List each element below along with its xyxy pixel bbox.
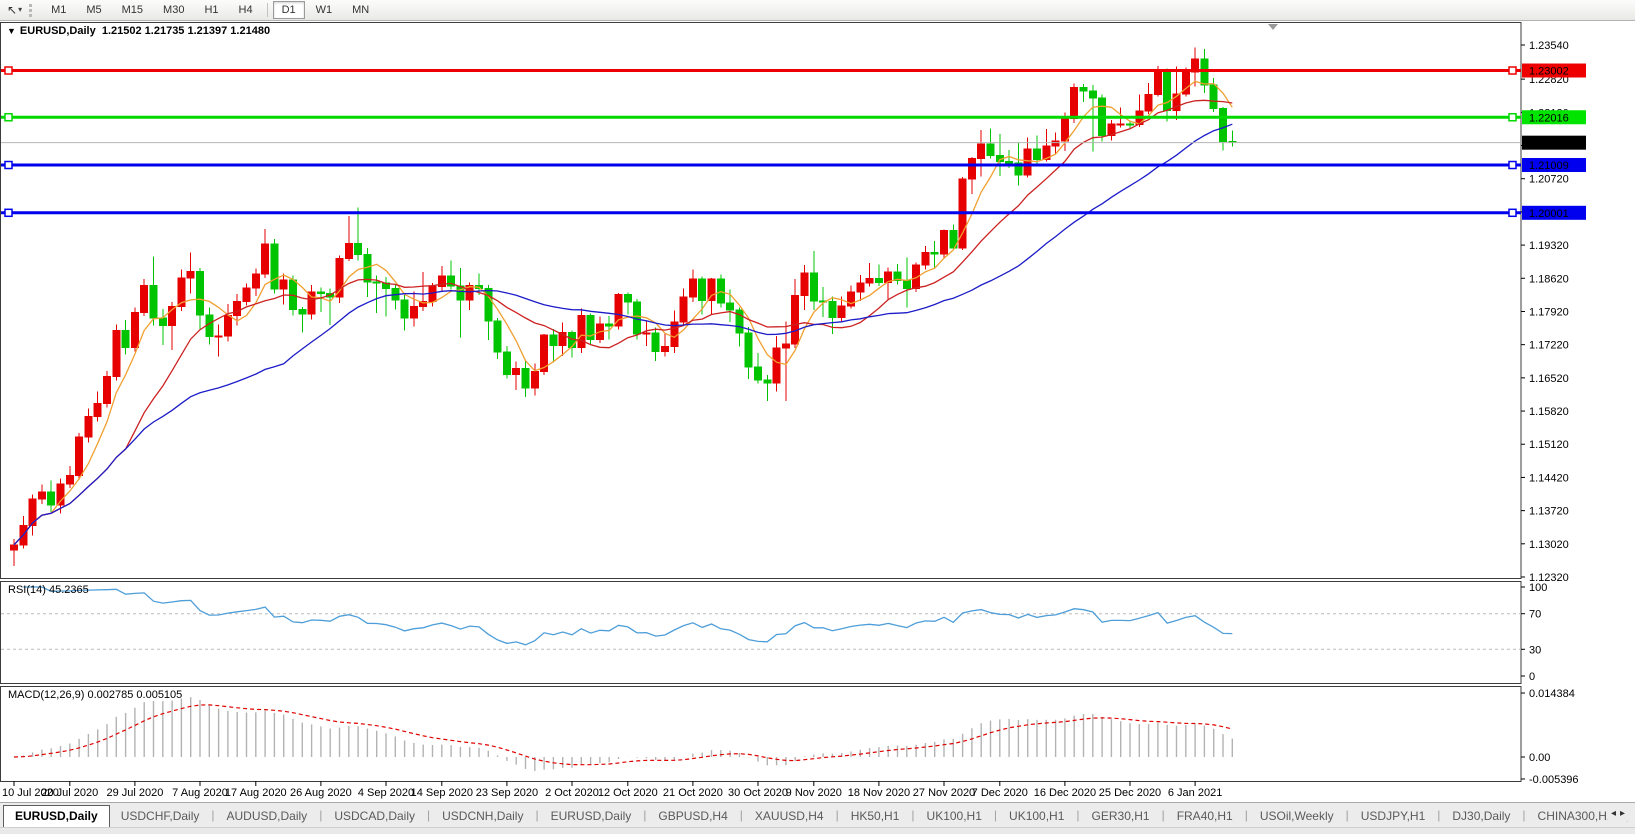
svg-text:0.014384: 0.014384: [1529, 688, 1575, 700]
symbol-collapse-icon[interactable]: ▼: [7, 26, 16, 36]
chart-tab-usdchf-daily[interactable]: USDCHF,Daily: [110, 806, 211, 827]
svg-text:20 Jul 2020: 20 Jul 2020: [41, 787, 98, 799]
svg-text:1.15820: 1.15820: [1529, 406, 1569, 418]
svg-text:4 Sep 2020: 4 Sep 2020: [358, 787, 414, 799]
chart-tab-uk100-h1[interactable]: UK100,H1: [998, 806, 1075, 827]
svg-text:1.15120: 1.15120: [1529, 439, 1569, 451]
chart-tab-usdcnh-daily[interactable]: USDCNH,Daily: [431, 806, 534, 827]
svg-text:25 Dec 2020: 25 Dec 2020: [1099, 787, 1161, 799]
svg-text:29 Jul 2020: 29 Jul 2020: [106, 787, 163, 799]
svg-text:1.14420: 1.14420: [1529, 472, 1569, 484]
svg-text:1.23540: 1.23540: [1529, 40, 1569, 52]
svg-text:1.23002: 1.23002: [1529, 66, 1569, 78]
rsi-indicator-label: RSI(14) 45.2365: [8, 584, 89, 596]
svg-text:1.21009: 1.21009: [1529, 160, 1569, 172]
svg-text:6 Jan 2021: 6 Jan 2021: [1168, 787, 1222, 799]
rsi-pane[interactable]: [1, 582, 1522, 684]
chart-window-title: ▼ EURUSD,Daily 1.21502 1.21735 1.21397 1.…: [7, 25, 270, 37]
svg-text:1.17920: 1.17920: [1529, 306, 1569, 318]
svg-text:0: 0: [1529, 671, 1535, 683]
tab-scroll-left-icon[interactable]: ◂: [1611, 808, 1620, 819]
svg-text:1.16520: 1.16520: [1529, 373, 1569, 385]
chart-tab-uk100-h1[interactable]: UK100,H1: [916, 806, 993, 827]
svg-text:1.18620: 1.18620: [1529, 273, 1569, 285]
svg-text:14 Sep 2020: 14 Sep 2020: [411, 787, 473, 799]
svg-text:1.22016: 1.22016: [1529, 112, 1569, 124]
chart-tab-eurusd-daily[interactable]: EURUSD,Daily: [540, 806, 643, 827]
tab-scroll-right-icon[interactable]: ▸: [1620, 808, 1629, 819]
chart-ohlc-values: 1.21502 1.21735 1.21397 1.21480: [102, 25, 270, 37]
svg-text:7 Dec 2020: 7 Dec 2020: [972, 787, 1028, 799]
date-axis: 10 Jul 202020 Jul 202029 Jul 20207 Aug 2…: [2, 781, 1222, 799]
chart-tab-audusd-daily[interactable]: AUDUSD,Daily: [216, 806, 319, 827]
chart-tab-ger30-h1[interactable]: GER30,H1: [1081, 806, 1161, 827]
chart-tab-eurusd-daily[interactable]: EURUSD,Daily: [3, 805, 110, 827]
svg-text:12 Oct 2020: 12 Oct 2020: [598, 787, 658, 799]
svg-text:70: 70: [1529, 609, 1541, 621]
chart-tabs-bar: EURUSD,DailyUSDCHF,Daily|AUDUSD,Daily|US…: [0, 802, 1635, 827]
svg-text:1.13020: 1.13020: [1529, 539, 1569, 551]
chart-tab-xauusd-h4[interactable]: XAUUSD,H4: [744, 806, 835, 827]
svg-text:7 Aug 2020: 7 Aug 2020: [172, 787, 228, 799]
chart-tab-dj30-daily[interactable]: DJ30,Daily: [1441, 806, 1521, 827]
svg-text:18 Nov 2020: 18 Nov 2020: [848, 787, 910, 799]
chart-tab-hk50-h1[interactable]: HK50,H1: [840, 806, 911, 827]
trading-terminal: ↖▾ M1M5M15M30H1H4D1W1MN 1.235401.228201.…: [0, 0, 1635, 834]
chart-canvas[interactable]: 1.235401.228201.221201.214201.207201.200…: [0, 0, 1635, 834]
svg-text:17 Aug 2020: 17 Aug 2020: [225, 787, 287, 799]
status-bar: [0, 827, 1635, 834]
svg-text:30: 30: [1529, 644, 1541, 656]
svg-text:1.17220: 1.17220: [1529, 340, 1569, 352]
svg-text:-0.005396: -0.005396: [1529, 774, 1579, 786]
svg-text:1.13720: 1.13720: [1529, 506, 1569, 518]
svg-text:26 Aug 2020: 26 Aug 2020: [290, 787, 352, 799]
svg-text:9 Nov 2020: 9 Nov 2020: [786, 787, 842, 799]
main-price-pane[interactable]: [1, 23, 1522, 579]
svg-text:1.20720: 1.20720: [1529, 174, 1569, 186]
chart-tab-gbpusd-h4[interactable]: GBPUSD,H4: [647, 806, 738, 827]
chart-tab-usoil-weekly[interactable]: USOil,Weekly: [1249, 806, 1345, 827]
tab-scroll-arrows[interactable]: ◂▸: [1608, 806, 1632, 821]
chart-tab-usdcad-daily[interactable]: USDCAD,Daily: [323, 806, 426, 827]
svg-text:21 Oct 2020: 21 Oct 2020: [663, 787, 723, 799]
svg-text:16 Dec 2020: 16 Dec 2020: [1034, 787, 1096, 799]
macd-indicator-label: MACD(12,26,9) 0.002785 0.005105: [8, 689, 182, 701]
chart-symbol: EURUSD,Daily: [20, 25, 96, 37]
svg-text:27 Nov 2020: 27 Nov 2020: [913, 787, 975, 799]
chart-tab-usdjpy-h1[interactable]: USDJPY,H1: [1350, 806, 1436, 827]
svg-text:1.20001: 1.20001: [1529, 208, 1569, 220]
svg-text:1.21480: 1.21480: [1529, 138, 1569, 150]
svg-text:0.00: 0.00: [1529, 752, 1550, 764]
svg-text:23 Sep 2020: 23 Sep 2020: [476, 787, 538, 799]
svg-text:100: 100: [1529, 582, 1547, 594]
svg-text:1.19320: 1.19320: [1529, 240, 1569, 252]
svg-text:30 Oct 2020: 30 Oct 2020: [728, 787, 788, 799]
chart-tab-fra40-h1[interactable]: FRA40,H1: [1166, 806, 1244, 827]
svg-text:2 Oct 2020: 2 Oct 2020: [545, 787, 599, 799]
